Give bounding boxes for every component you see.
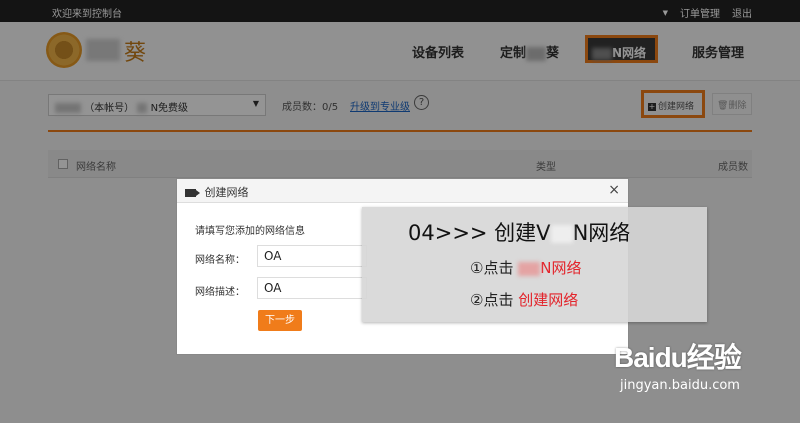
chevron-down-icon[interactable]: ▼: [663, 9, 668, 17]
upgrade-link[interactable]: 升级到专业级: [350, 98, 410, 113]
watermark-url: jingyan.baidu.com: [620, 378, 740, 393]
nav-service-management[interactable]: 服务管理: [692, 42, 744, 61]
close-icon[interactable]: ×: [608, 182, 620, 198]
blurred-text: [550, 225, 573, 243]
baidu-watermark: Baidu经验 jingyan.baidu.com: [614, 336, 742, 393]
nav-device-list[interactable]: 设备列表: [412, 42, 464, 61]
column-member-count: 成员数: [718, 162, 748, 173]
column-network-name: 网络名称: [76, 162, 116, 173]
logo-text: 葵: [124, 41, 147, 66]
tutorial-overlay: 04>>> 创建V N网络 ①点击 N网络 ②点击 创建网络: [362, 207, 707, 322]
order-management-link[interactable]: 订单管理: [680, 5, 720, 20]
blurred-text: [137, 103, 148, 113]
nav-custom-prefix: 定制: [500, 46, 527, 61]
column-type: 类型: [536, 162, 556, 173]
nav-custom-suffix: 葵: [546, 46, 560, 61]
delete-button[interactable]: 🗑删除: [712, 93, 752, 115]
overlay-step-1: ①点击 N网络: [470, 257, 581, 278]
select-all-checkbox[interactable]: [58, 159, 68, 169]
top-bar-links: ▼ 订单管理 退出: [663, 5, 752, 21]
delete-label: 删除: [728, 101, 747, 111]
logo-icon: [46, 32, 82, 68]
blurred-text: [55, 103, 81, 113]
trash-icon: 🗑: [717, 101, 729, 111]
top-bar: 欢迎来到控制台 ▼ 订单管理 退出: [0, 0, 800, 22]
overlay-title-prefix: 04>>> 创建V: [408, 221, 551, 245]
next-step-button[interactable]: 下一步: [258, 310, 302, 331]
blurred-text: [526, 46, 547, 61]
step-2-highlight: 创建网络: [518, 291, 579, 309]
blurred-text: [518, 261, 541, 276]
overlay-title: 04>>> 创建V N网络: [408, 217, 630, 247]
plus-icon: +: [648, 102, 656, 111]
step-2-prefix: ②点击: [470, 291, 514, 309]
overlay-step-2: ②点击 创建网络: [470, 289, 578, 310]
dialog-title-bar: 创建网络: [177, 179, 628, 203]
table-header: 网络名称 类型 成员数: [48, 150, 752, 178]
network-name-input[interactable]: OA: [257, 245, 367, 267]
blurred-text: [592, 47, 612, 60]
logout-link[interactable]: 退出: [732, 5, 752, 20]
create-network-label: 创建网络: [658, 102, 695, 112]
nav-vpn-label: N网络: [612, 46, 647, 60]
account-plan: N免费级: [150, 103, 189, 114]
member-count: 成员数：0/5: [282, 102, 339, 113]
step-1-highlight: N网络: [540, 259, 582, 277]
account-tag: （本帐号）: [84, 103, 135, 114]
help-icon[interactable]: ?: [414, 95, 429, 110]
chevron-down-icon: ▼: [252, 99, 259, 108]
nav-vpn-network[interactable]: N网络: [585, 35, 658, 63]
step-1-prefix: ①点击: [470, 259, 514, 277]
nav-custom[interactable]: 定制 葵: [500, 42, 559, 61]
overlay-title-suffix: N网络: [572, 221, 631, 245]
dialog-hint: 请填写您添加的网络信息: [195, 226, 305, 237]
network-name-label: 网络名称：: [195, 255, 245, 266]
dialog-title: 创建网络: [204, 186, 249, 199]
video-camera-icon: [185, 189, 200, 197]
network-desc-label: 网络描述：: [195, 287, 245, 298]
header: 葵 设备列表 定制 葵 N网络 服务管理: [0, 22, 800, 80]
accent-divider: [48, 130, 752, 132]
divider: [0, 80, 800, 81]
account-select[interactable]: （本帐号） N免费级 ▼: [48, 94, 266, 116]
welcome-text: 欢迎来到控制台: [52, 9, 122, 20]
create-network-button[interactable]: + 创建网络: [641, 90, 705, 118]
network-desc-input[interactable]: OA: [257, 277, 367, 299]
logo-blurred-text: [86, 39, 120, 61]
watermark-brand: Baidu经验: [614, 342, 742, 373]
